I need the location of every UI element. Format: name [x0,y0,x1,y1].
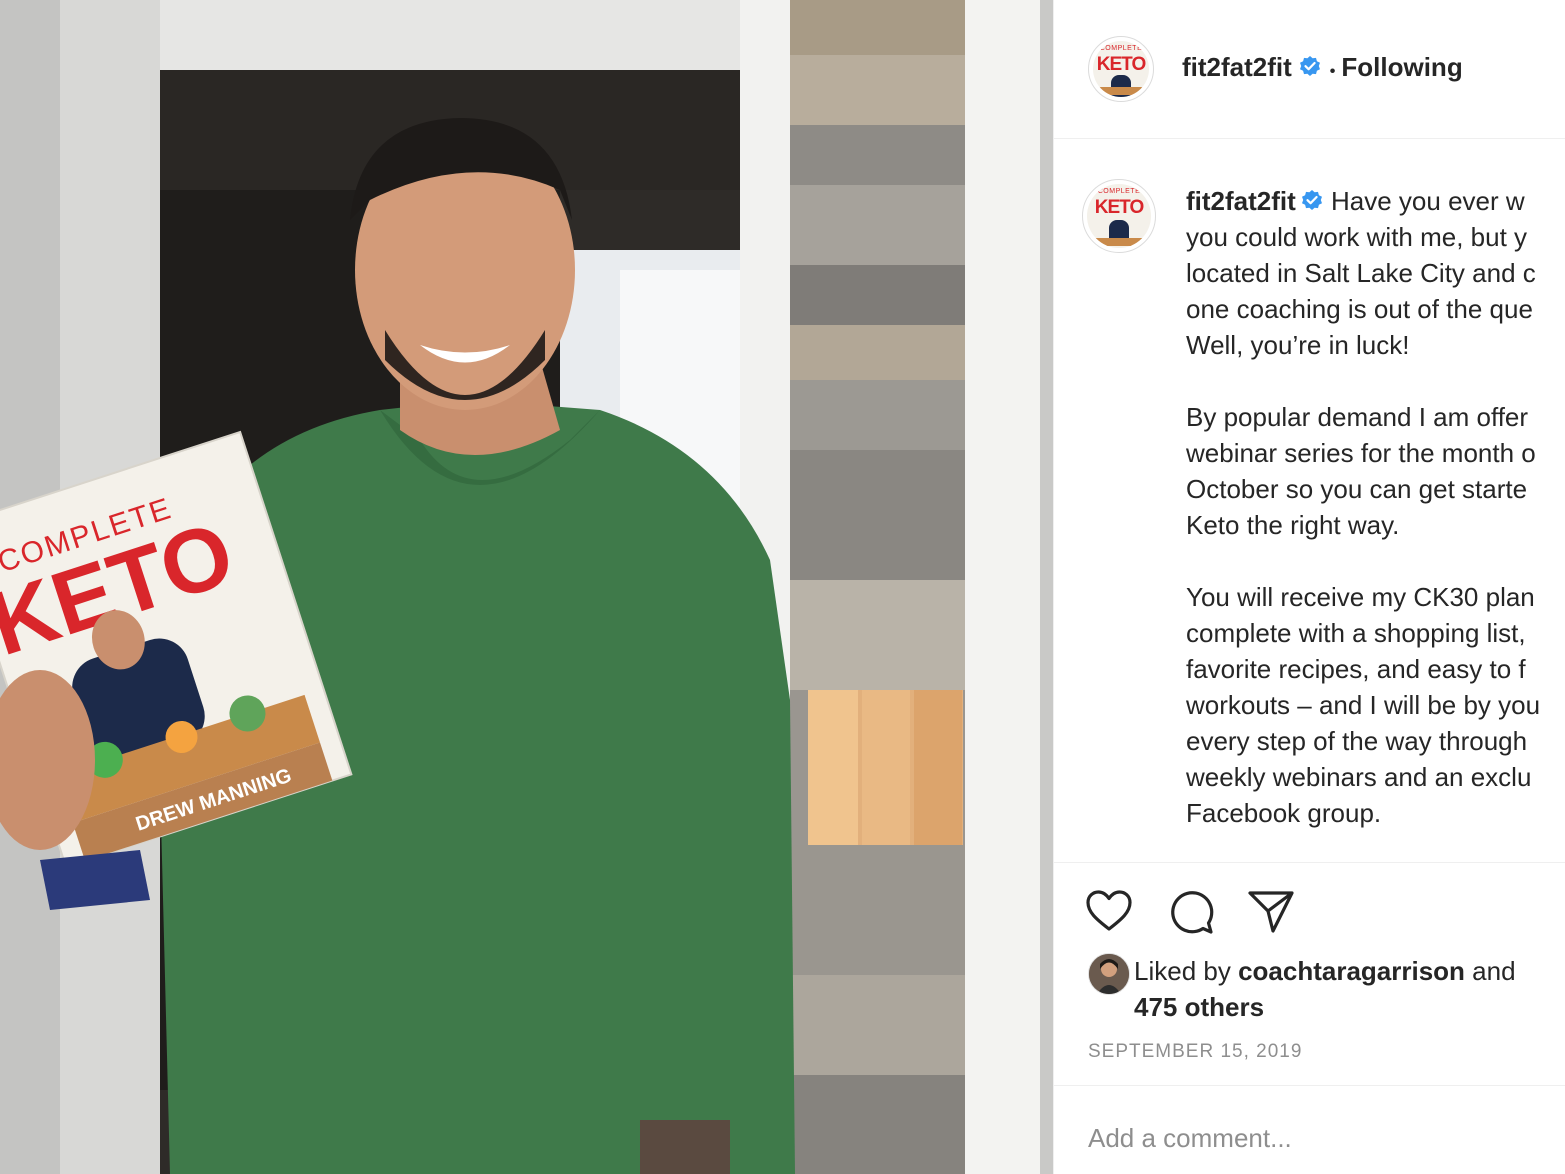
post-header: COMPLETE KETO fit2fat2fit • Following [1054,0,1565,139]
verified-badge-icon [1299,56,1320,76]
likes-count[interactable]: 475 others [1134,992,1264,1022]
liker-username[interactable]: coachtaragarrison [1238,956,1465,986]
caption-avatar[interactable]: COMPLETE KETO [1082,179,1156,253]
following-button[interactable]: Following [1341,52,1462,82]
post-date[interactable]: SEPTEMBER 15, 2019 [1088,1041,1302,1063]
post-image: COMPLETE KETO DREW MANNING [0,0,1053,1174]
heart-icon[interactable] [1084,887,1134,937]
post-photo[interactable]: COMPLETE KETO DREW MANNING [0,0,1053,1174]
caption-body: Have you ever w you could work with me, … [1186,186,1541,828]
comment-bar [1054,1085,1565,1174]
post-side-panel: COMPLETE KETO fit2fat2fit • Following COM… [1053,0,1565,1174]
comment-input[interactable] [1086,1122,1530,1155]
liker-avatar[interactable] [1088,953,1130,995]
verified-badge-icon [1301,190,1322,210]
likes-prefix: Liked by [1134,956,1239,986]
likes-text: Liked by coachtaragarrison and 475 other… [1134,953,1565,1025]
share-icon[interactable] [1246,887,1296,937]
likes-middle: and [1464,956,1516,986]
header-username[interactable]: fit2fat2fit [1182,52,1292,82]
caption-section: COMPLETE KETO fit2fat2fit Have you ever … [1054,139,1565,861]
header-text: fit2fat2fit • Following [1182,52,1463,83]
caption-text: fit2fat2fit Have you ever w you could wo… [1186,183,1565,831]
action-bar: Liked by coachtaragarrison and 475 other… [1054,862,1565,1085]
header-separator: • [1329,63,1336,80]
header-avatar[interactable]: COMPLETE KETO [1088,36,1154,102]
comment-icon[interactable] [1166,887,1216,937]
caption-username[interactable]: fit2fat2fit [1186,186,1296,216]
